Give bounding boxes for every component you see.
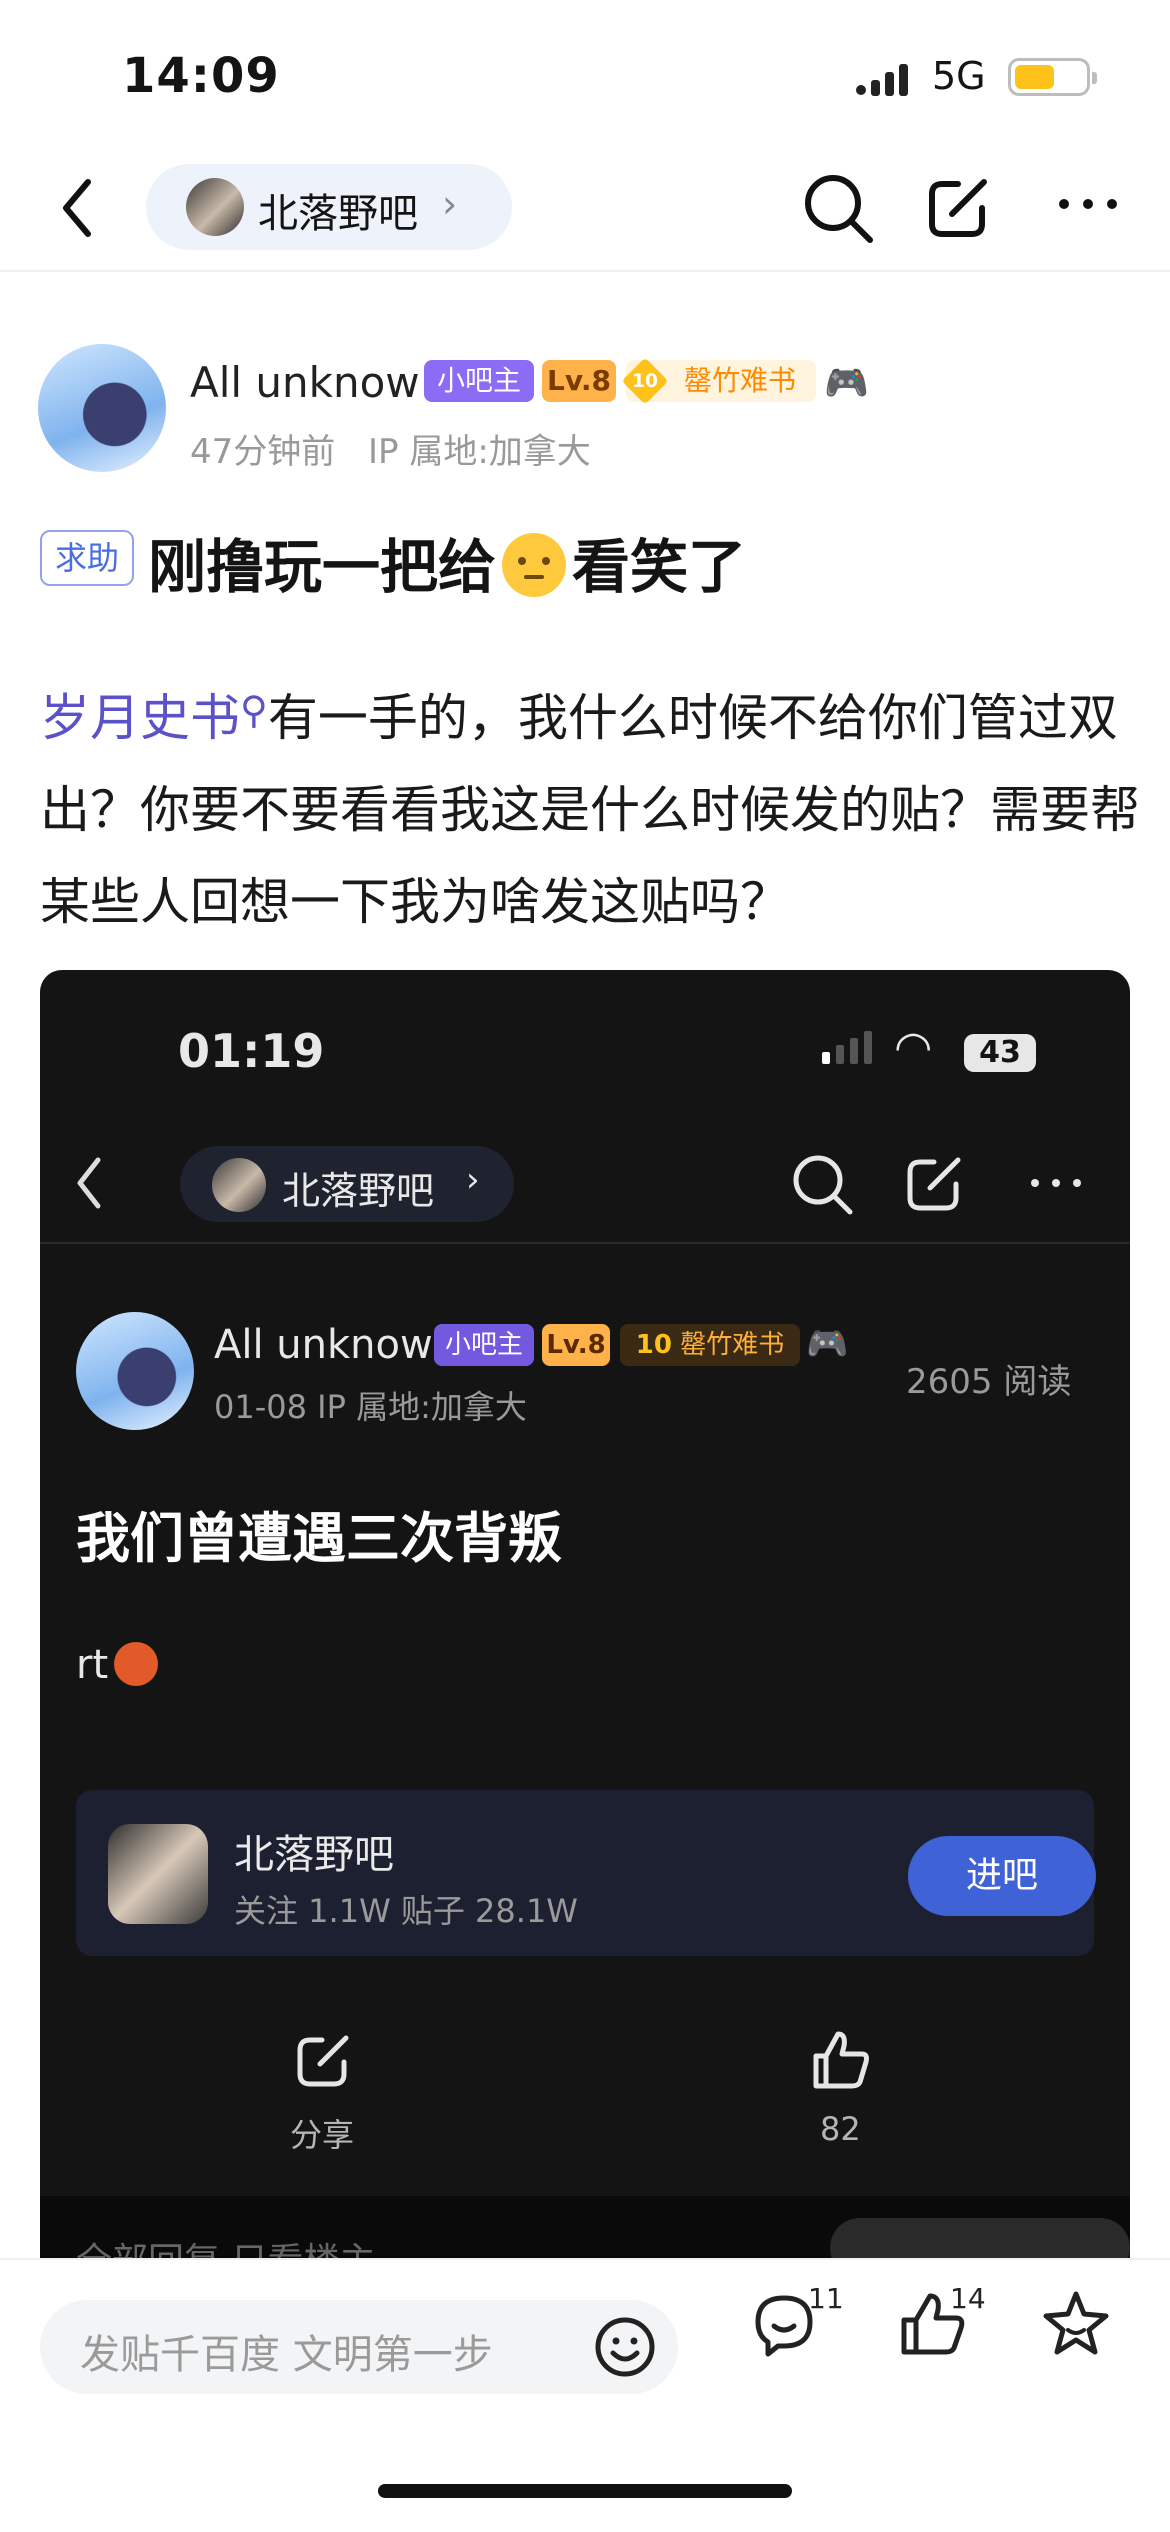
embed-card-stats: 关注 1.1W 贴子 28.1W (234, 1892, 578, 1930)
embed-share-label: 分享 (290, 2116, 355, 2154)
post-body: 岁月史书⚲有一手的，我什么时候不给你们管过双出？你要不要看看我这是什么时候发的贴… (40, 688, 1140, 931)
embed-status-time: 01:19 (178, 1024, 325, 1078)
comments-count: 11 (808, 2282, 844, 2315)
emoji-icon[interactable] (592, 2314, 658, 2380)
embed-forum-avatar (212, 1158, 266, 1212)
signal-icon (856, 64, 908, 96)
home-indicator (378, 2484, 792, 2498)
embedded-screenshot[interactable]: 01:19 ◠ 43 北落野吧 › All unknow 小吧主 Lv.8 10… (40, 970, 1130, 2260)
share-icon[interactable] (922, 168, 998, 244)
network-label: 5G (932, 54, 986, 98)
embed-role-badge: 小吧主 (434, 1324, 534, 1366)
embed-level-badge: Lv.8 (542, 1324, 610, 1366)
nav-divider (0, 270, 1170, 272)
level-badge: Lv.8 (542, 360, 616, 402)
embed-chevron-right-icon: › (466, 1160, 480, 1200)
bottom-bar: 发贴千百度 文明第一步 11 14 (0, 2260, 1170, 2532)
embed-reply-tabs: 全部回复 只看楼主 (76, 2232, 375, 2260)
embed-card-name: 北落野吧 (234, 1832, 394, 1878)
embed-like-icon (813, 2031, 869, 2089)
embed-nav-divider (40, 1242, 1130, 1244)
comment-input[interactable]: 发贴千百度 文明第一步 (40, 2300, 678, 2394)
embed-wifi-icon: ◠ (894, 1022, 933, 1073)
embed-chevron-left-icon (77, 1157, 101, 1209)
star-icon[interactable] (1040, 2288, 1112, 2360)
embed-read-count: 2605 阅读 (906, 1362, 1072, 1402)
forum-pill[interactable]: 北落野吧 › (146, 164, 512, 250)
embed-title-badge: 10 罄竹难书 (620, 1324, 800, 1366)
embed-forum-name: 北落野吧 (282, 1169, 435, 1213)
embed-post-body: rt (76, 1642, 109, 1688)
post-time: 47分钟前 (190, 432, 336, 472)
post-title: 刚撸玩一把给 看笑了 (148, 533, 747, 601)
likes-count: 14 (950, 2282, 986, 2315)
forum-name: 北落野吧 (258, 191, 418, 237)
embed-enter-button: 进吧 (908, 1836, 1096, 1916)
embed-like-count: 82 (820, 2110, 861, 2148)
embed-share-action-icon (297, 2035, 349, 2087)
title-badge: 10 罄竹难书 (621, 357, 816, 405)
embed-signal-icon (822, 1031, 872, 1064)
battery-icon (1008, 58, 1097, 96)
embed-forum-pill: 北落野吧 › (180, 1146, 514, 1222)
embed-forum-card: 北落野吧 关注 1.1W 贴子 28.1W 进吧 (76, 1790, 1096, 1956)
author-avatar[interactable] (38, 344, 166, 472)
comment-placeholder: 发贴千百度 文明第一步 (80, 2332, 493, 2378)
embed-card-avatar (108, 1824, 208, 1924)
title-level-icon: 10 (621, 357, 669, 405)
search-mini-icon: ⚲ (240, 688, 268, 732)
embed-author-name: All unknow (214, 1322, 433, 1368)
search-icon[interactable] (800, 170, 876, 246)
embed-more-icon (1031, 1179, 1081, 1187)
embed-angry-emoji-icon (114, 1642, 158, 1686)
author-name[interactable]: All unknow (190, 358, 420, 407)
embed-post-title: 我们曾遭遇三次背叛 (76, 1507, 562, 1570)
embed-gamepad-icon: 🎮 (806, 1324, 849, 1364)
embed-post-meta: 01-08 IP 属地:加拿大 (214, 1388, 527, 1426)
embed-battery: 43 (964, 1034, 1036, 1072)
embed-share-icon (907, 1157, 961, 1211)
embed-title-level: 10 (635, 1330, 672, 1360)
chevron-right-icon: › (442, 182, 458, 226)
role-badge: 小吧主 (424, 360, 534, 402)
embed-search-icon (793, 1155, 853, 1215)
status-time: 14:09 (122, 48, 280, 104)
embed-sort-toggle (830, 2218, 1130, 2260)
post-ip: IP 属地:加拿大 (368, 432, 591, 472)
mention-link[interactable]: 岁月史书 (40, 689, 240, 747)
smile-emoji-icon (502, 533, 567, 597)
more-icon[interactable] (1056, 196, 1120, 212)
gamepad-icon: 🎮 (824, 363, 869, 404)
title-text: 罄竹难书 (684, 364, 797, 397)
post-tag: 求助 (40, 530, 134, 586)
chevron-left-icon[interactable] (58, 176, 98, 240)
embed-author-avatar (76, 1312, 194, 1430)
forum-avatar (186, 178, 244, 236)
